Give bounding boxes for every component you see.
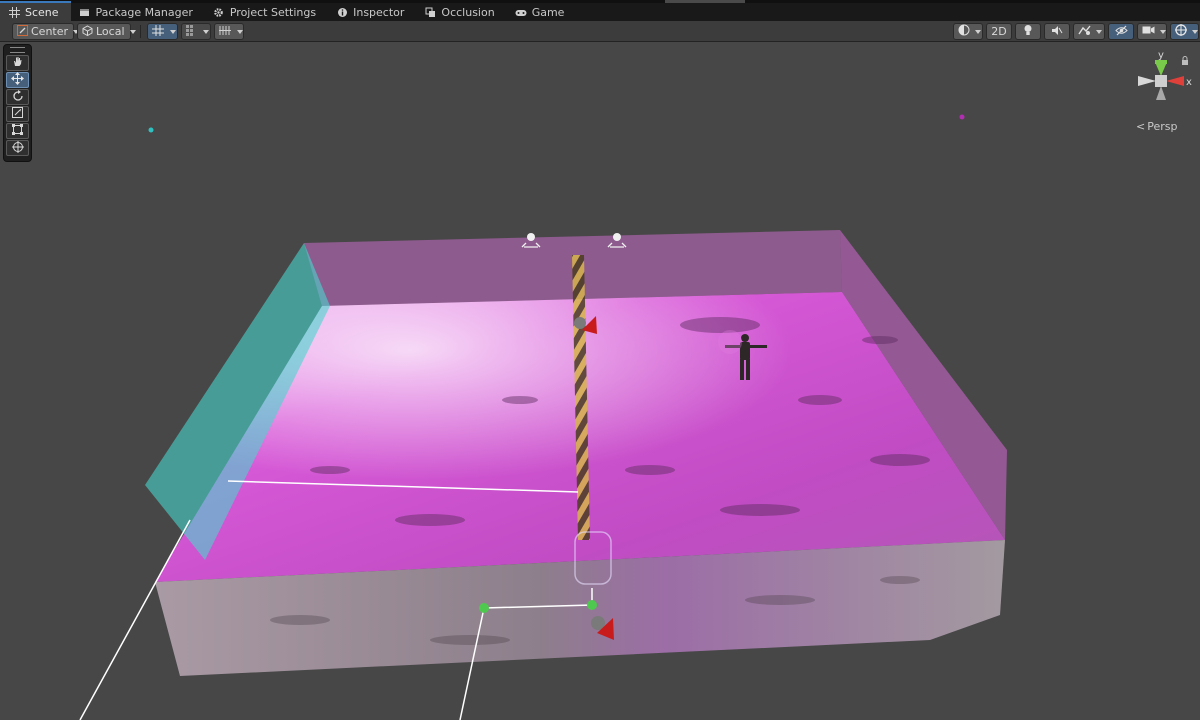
increment-snap-button[interactable] xyxy=(181,23,211,40)
tab-label: Inspector xyxy=(353,5,405,19)
handle-green[interactable] xyxy=(479,603,489,613)
camera-icon xyxy=(1142,25,1155,38)
marker-cyan[interactable] xyxy=(148,127,154,133)
scene-viewport[interactable]: y x < Persp xyxy=(0,42,1200,720)
tab-bar: Scene Package Manager Project Settings I… xyxy=(0,0,1200,21)
marker-magenta[interactable] xyxy=(959,114,965,120)
chevron-down-icon xyxy=(1096,29,1102,34)
mode-2d-label: 2D xyxy=(991,25,1007,38)
pivot-dropdown[interactable]: Center xyxy=(12,23,80,40)
lock-icon[interactable] xyxy=(1181,55,1189,68)
palette-grip[interactable] xyxy=(10,47,25,53)
grid-visibility-button[interactable] xyxy=(214,23,244,40)
window-notch xyxy=(665,0,745,3)
chevron-left-icon: < xyxy=(1136,120,1146,133)
gamepad-icon xyxy=(515,6,527,18)
rect-tool-button[interactable] xyxy=(6,123,29,139)
transform-tool-button[interactable] xyxy=(6,140,29,156)
effects-dropdown[interactable] xyxy=(1073,23,1105,40)
transform-icon xyxy=(11,140,24,156)
chevron-down-icon xyxy=(203,29,209,34)
tab-inspector[interactable]: Inspector xyxy=(328,3,416,21)
mode-2d-button[interactable]: 2D xyxy=(986,23,1012,40)
grid-snap-icon xyxy=(152,24,165,39)
pivot-icon xyxy=(17,24,28,39)
pivot-label: Center xyxy=(31,25,69,38)
gizmo-y-label: y xyxy=(1158,50,1164,61)
tab-game[interactable]: Game xyxy=(507,3,577,21)
projection-label: Persp xyxy=(1147,120,1178,133)
scale-icon xyxy=(12,107,23,121)
hand-icon xyxy=(12,56,23,70)
tab-occlusion[interactable]: Occlusion xyxy=(416,3,506,21)
scene-visibility-toggle[interactable] xyxy=(1108,23,1134,40)
hand-tool-button[interactable] xyxy=(6,55,29,71)
shading-sphere-icon xyxy=(958,24,970,39)
grid-snap-button[interactable] xyxy=(147,23,178,40)
scene-toolbar: Center Local 2D xyxy=(0,21,1200,42)
speaker-icon xyxy=(1051,25,1063,39)
projection-toggle[interactable]: < Persp xyxy=(1136,120,1177,133)
move-arrows-icon xyxy=(11,72,24,88)
scale-tool-button[interactable] xyxy=(6,106,29,122)
occlusion-icon xyxy=(424,6,436,18)
chevron-down-icon xyxy=(237,29,243,34)
gizmos-dropdown[interactable] xyxy=(1170,23,1199,40)
camera-dropdown[interactable] xyxy=(1137,23,1167,40)
package-icon xyxy=(79,6,91,18)
tool-palette xyxy=(3,44,32,162)
lighting-toggle[interactable] xyxy=(1015,23,1041,40)
eye-slash-icon xyxy=(1114,25,1128,39)
grid-plane-icon xyxy=(219,25,232,39)
handle-green[interactable] xyxy=(587,600,597,610)
move-tool-button[interactable] xyxy=(6,72,29,88)
tab-project-settings[interactable]: Project Settings xyxy=(205,3,328,21)
cube-icon xyxy=(82,24,93,39)
tab-label: Occlusion xyxy=(441,5,495,19)
tab-label: Scene xyxy=(25,5,59,19)
effects-icon xyxy=(1078,25,1091,39)
unity-scene-window: Scene Package Manager Project Settings I… xyxy=(0,0,1200,720)
chevron-down-icon xyxy=(975,29,981,34)
tab-label: Package Manager xyxy=(95,5,193,19)
rect-transform-icon xyxy=(12,124,23,138)
chevron-down-icon xyxy=(1192,29,1198,34)
draw-mode-dropdown[interactable] xyxy=(953,23,983,40)
space-dropdown[interactable]: Local xyxy=(77,23,136,40)
tab-package-manager[interactable]: Package Manager xyxy=(71,3,205,21)
increment-snap-icon xyxy=(186,24,198,39)
chevron-down-icon xyxy=(1160,29,1166,34)
tab-scene[interactable]: Scene xyxy=(0,1,71,21)
chevron-down-icon xyxy=(170,29,176,34)
grid-icon xyxy=(8,6,20,18)
scene-render xyxy=(79,114,1007,720)
space-label: Local xyxy=(96,25,125,38)
tab-label: Project Settings xyxy=(229,5,317,19)
chevron-down-icon xyxy=(129,29,136,34)
gizmo-globe-icon xyxy=(1175,24,1187,39)
rotate-icon xyxy=(12,89,24,105)
gizmo-x-label: x xyxy=(1186,77,1192,88)
rotate-tool-button[interactable] xyxy=(6,89,29,105)
tab-label: Game xyxy=(531,5,565,19)
lightbulb-icon xyxy=(1023,24,1033,39)
info-icon xyxy=(336,6,348,18)
gear-icon xyxy=(213,6,225,18)
audio-toggle[interactable] xyxy=(1044,23,1070,40)
toolbar-divider xyxy=(140,25,141,38)
